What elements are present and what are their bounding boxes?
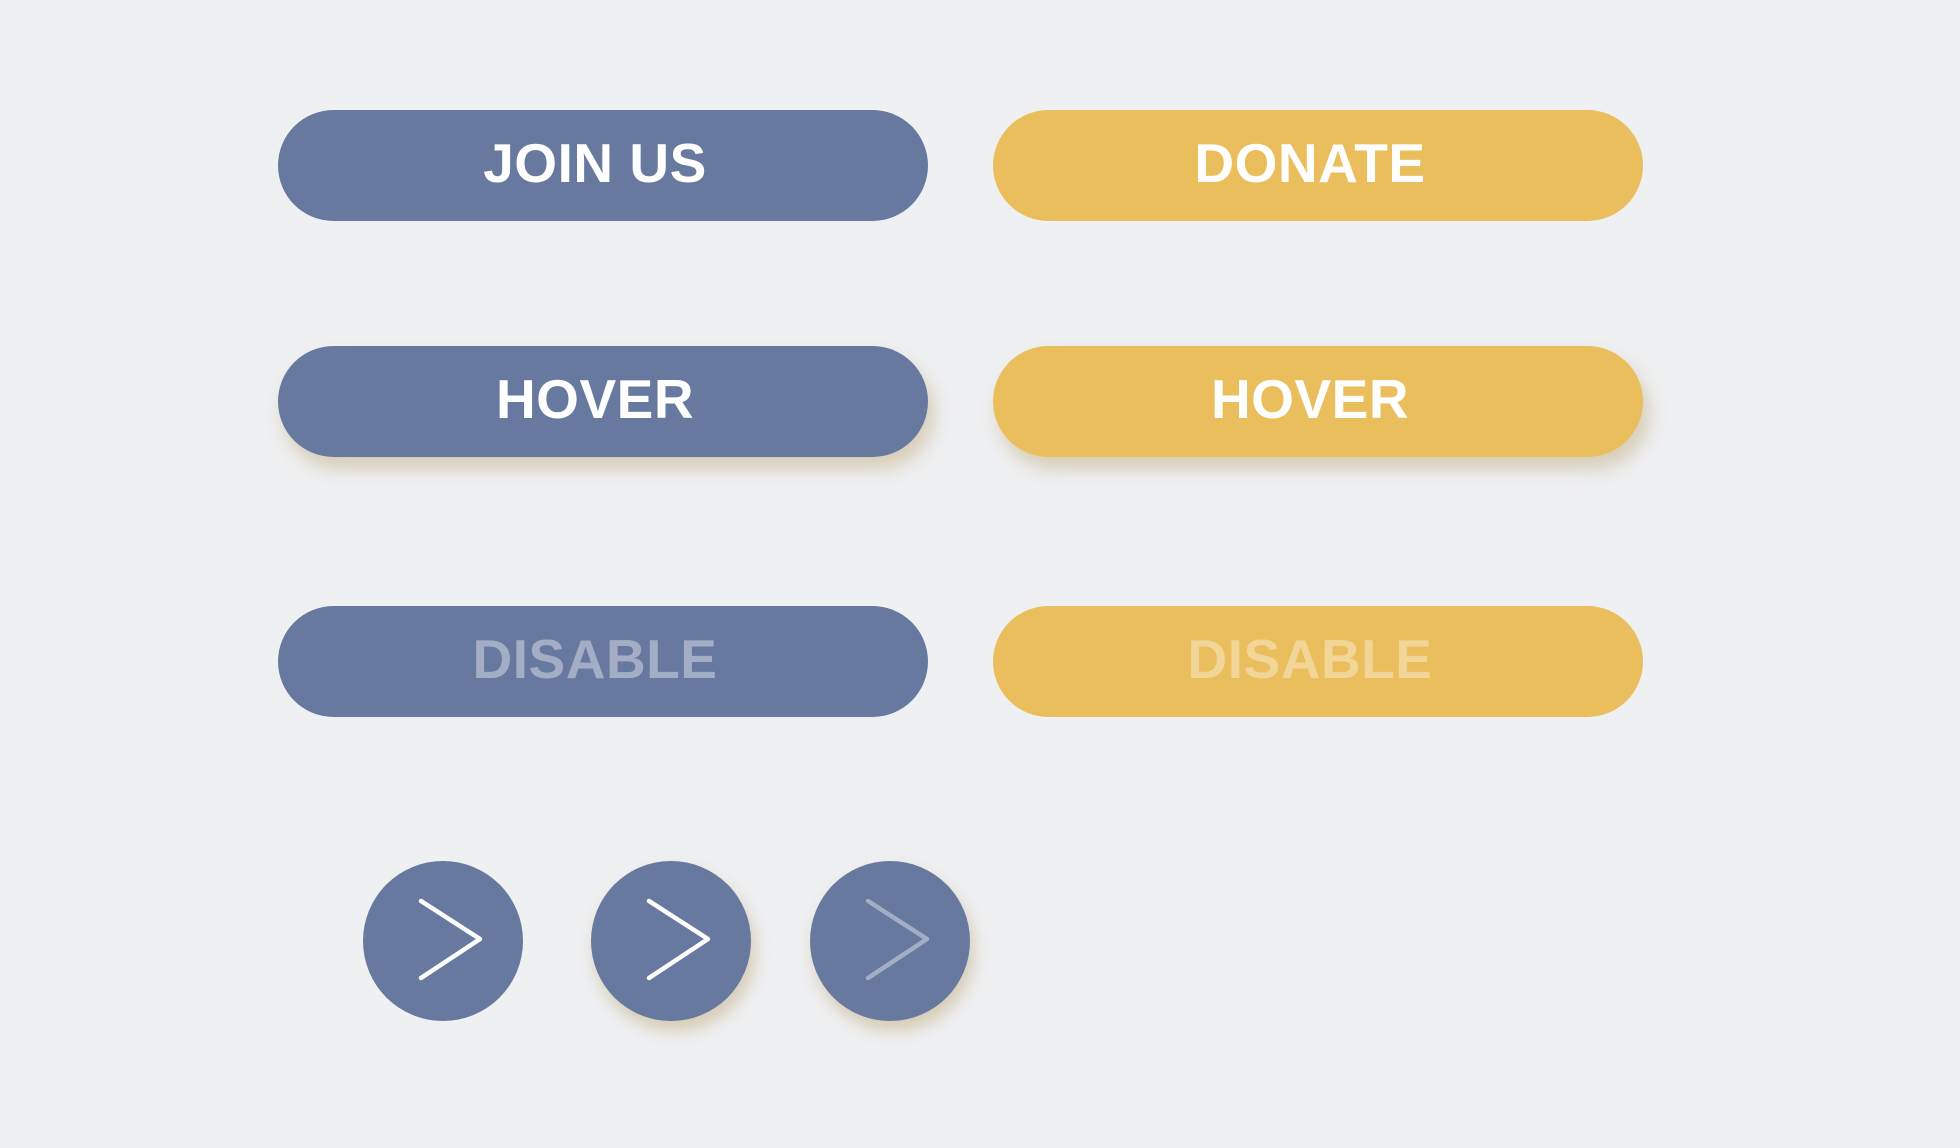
secondary-hover-button-label: HOVER xyxy=(1210,367,1410,430)
secondary-hover-button[interactable]: HOVER xyxy=(993,346,1643,457)
chevron-right-icon xyxy=(865,898,930,981)
primary-hover-button-label: HOVER xyxy=(495,367,695,430)
next-arrow-button[interactable] xyxy=(363,861,523,1021)
chevron-right-icon xyxy=(646,898,711,981)
primary-disabled-button: DISABLE xyxy=(278,606,928,717)
secondary-disabled-button: DISABLE xyxy=(993,606,1643,717)
primary-disabled-button-label: DISABLE xyxy=(472,627,718,690)
next-arrow-hover-button[interactable] xyxy=(591,861,751,1021)
chevron-right-icon xyxy=(418,898,483,981)
primary-hover-button[interactable]: HOVER xyxy=(278,346,928,457)
join-us-button[interactable]: JOIN US xyxy=(278,110,928,221)
join-us-button-label: JOIN US xyxy=(483,131,707,194)
donate-button[interactable]: DONATE xyxy=(993,110,1643,221)
next-arrow-disabled-button xyxy=(810,861,970,1021)
donate-button-label: DONATE xyxy=(1194,131,1426,194)
secondary-disabled-button-label: DISABLE xyxy=(1187,627,1433,690)
